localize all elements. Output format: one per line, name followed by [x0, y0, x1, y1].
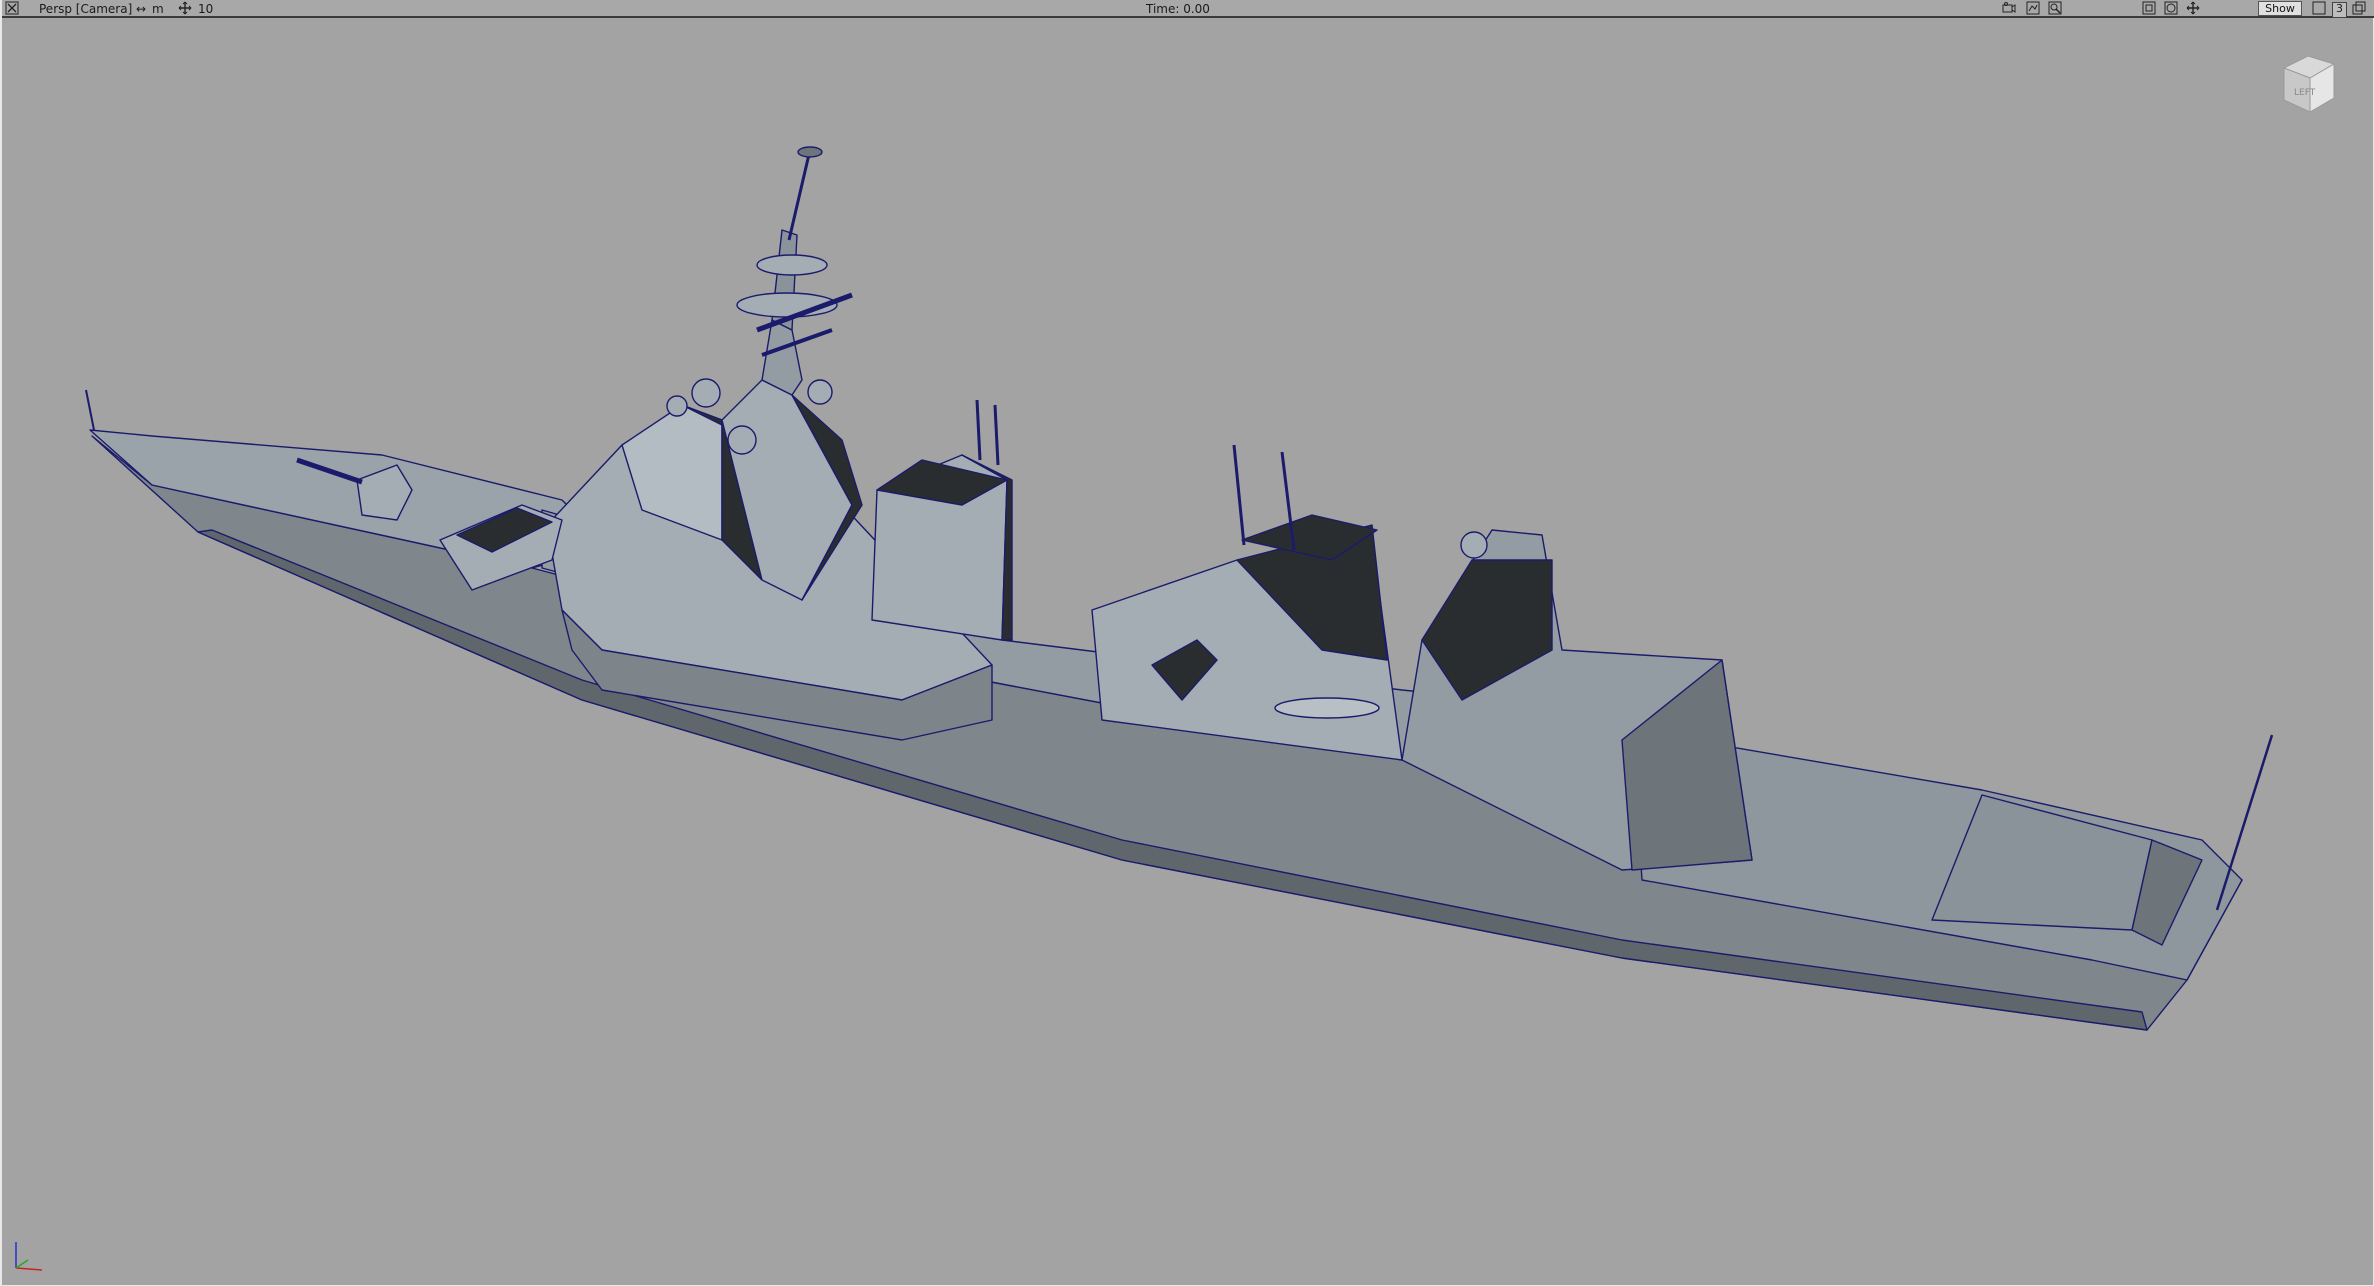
ship-model[interactable]: [2, 0, 2374, 1286]
radome-2: [727, 425, 757, 455]
radome-1: [691, 378, 721, 408]
mast-pole: [787, 149, 812, 241]
radome-4: [666, 395, 688, 417]
aft-radome: [1460, 531, 1488, 559]
view-cube-label: LEFT: [2294, 88, 2316, 98]
bow-jackstaff: [85, 389, 95, 431]
antenna-3: [1232, 444, 1246, 546]
radome-3: [807, 379, 833, 405]
view-cube[interactable]: LEFT: [2274, 50, 2342, 124]
lifeboat: [1274, 697, 1380, 719]
stern-flagpole: [2215, 734, 2274, 911]
axis-gizmo: [8, 1236, 48, 1276]
antenna-2: [993, 404, 1000, 466]
radar-dish-top: [797, 146, 823, 158]
antenna-1: [975, 399, 982, 461]
mast-upper: [761, 319, 803, 396]
3d-viewport[interactable]: Persp [Camera] ↔ m 10 Time: 0.00 Show 3 …: [0, 0, 2374, 1286]
radar-platform-1: [756, 254, 828, 276]
